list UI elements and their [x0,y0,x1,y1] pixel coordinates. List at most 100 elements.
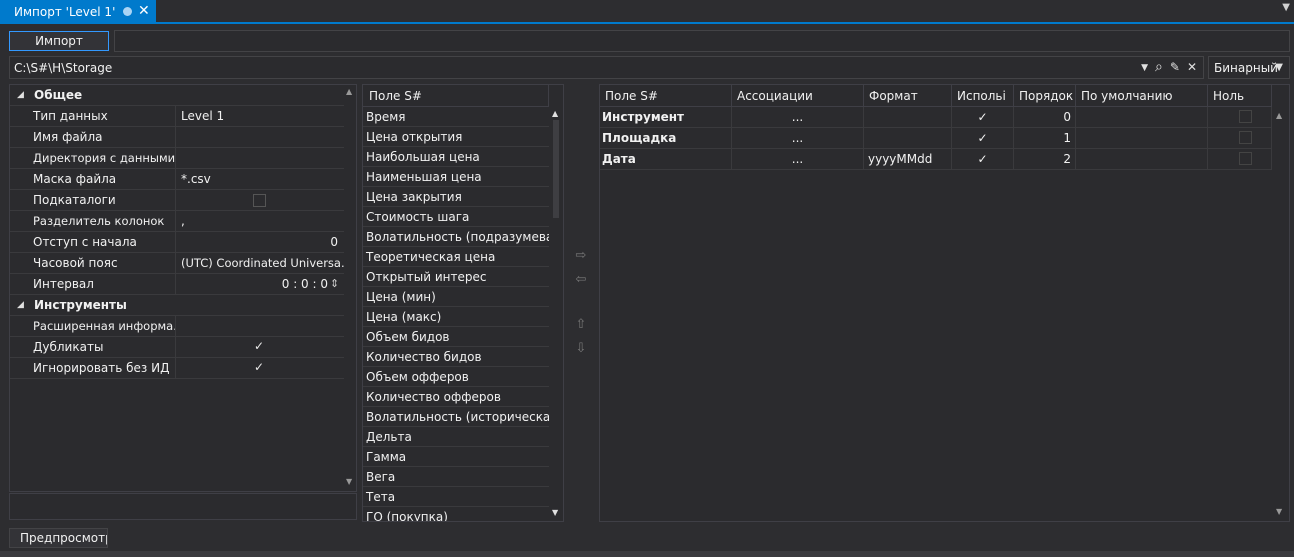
field-list-item[interactable]: Цена закрытия [363,187,549,207]
prop-row-time-zone[interactable]: Часовой пояс (UTC) Coordinated Universa.… [10,253,344,274]
scrollbar-thumb[interactable] [553,120,559,218]
field-list-item[interactable]: Наименьшая цена [363,167,549,187]
cell-field[interactable]: Дата [600,149,732,170]
subdirectories-checkbox[interactable] [253,194,266,207]
prop-value[interactable] [176,148,344,169]
field-list-item[interactable]: Волатильность (подразумеваемая) [363,227,549,247]
field-list-item[interactable]: Цена открытия [363,127,549,147]
clear-icon[interactable]: ✕ [1187,60,1197,76]
collapse-icon[interactable]: ◢ [17,85,24,106]
prop-row-data-type[interactable]: Тип данных Level 1 [10,106,344,127]
cell-default[interactable] [1076,149,1208,170]
prop-row-duplicates[interactable]: Дубликаты ✓ [10,337,344,358]
prop-row-ignore-no-id[interactable]: Игнорировать без ИД ✓ [10,358,344,379]
spinner-icon[interactable]: ⇕ [330,277,339,290]
edit-icon[interactable]: ✎ [1170,60,1180,76]
col-header-field[interactable]: Поле S# [600,85,732,107]
cell-zero[interactable] [1208,107,1272,128]
field-list-item[interactable]: Вега [363,467,549,487]
prop-value[interactable]: 0 [176,232,344,253]
cell-associations-button[interactable]: ... [732,128,864,149]
col-header-zero[interactable]: Ноль [1208,85,1272,107]
scroll-down-icon[interactable]: ▼ [552,508,558,517]
prop-value[interactable]: Level 1 [176,106,344,127]
cell-use-checkbox[interactable]: ✓ [952,149,1014,170]
path-dropdown-icon[interactable]: ▼ [1141,60,1148,76]
cell-format[interactable]: yyyyMMdd [864,149,952,170]
scroll-down-icon[interactable]: ▼ [1276,507,1282,516]
storage-path-field[interactable]: C:\S#\H\Storage ▼ ⌕ ✎ ✕ [9,56,1204,79]
category-instruments[interactable]: ◢ Инструменты [10,295,344,316]
col-header-associations[interactable]: Ассоциации [732,85,864,107]
field-list-item[interactable]: Гамма [363,447,549,467]
tab-import-level1[interactable]: Импорт 'Level 1' ✕ [0,0,156,24]
field-list-item[interactable]: Объем бидов [363,327,549,347]
prop-value[interactable]: , [176,211,344,232]
prop-value[interactable] [176,127,344,148]
cell-use-checkbox[interactable]: ✓ [952,128,1014,149]
col-header-order[interactable]: Порядок [1014,85,1076,107]
field-list-item[interactable]: Стоимость шага [363,207,549,227]
prop-row-file-name[interactable]: Имя файла [10,127,344,148]
prop-row-column-separator[interactable]: Разделитель колонок , [10,211,344,232]
field-list-item[interactable]: Время [363,107,549,127]
fields-list-scrollbar[interactable]: ▲ ▼ [549,107,563,521]
preview-button[interactable]: Предпросмотр [9,528,108,548]
cell-field[interactable]: Инструмент [600,107,732,128]
cell-default[interactable] [1076,128,1208,149]
fields-list-header[interactable]: Поле S# [363,85,549,107]
cell-zero[interactable] [1208,149,1272,170]
move-down-button[interactable]: ⇩ [571,340,591,358]
zero-checkbox[interactable] [1239,110,1252,123]
scroll-up-icon[interactable]: ▲ [1276,111,1282,120]
prop-value[interactable] [176,316,344,337]
cell-associations-button[interactable]: ... [732,107,864,128]
cell-use-checkbox[interactable]: ✓ [952,107,1014,128]
tab-list-dropdown-icon[interactable]: ▼ [1282,2,1290,13]
storage-format-select[interactable]: Бинарный ▼ [1208,56,1290,79]
move-up-button[interactable]: ⇧ [571,316,591,334]
cell-zero[interactable] [1208,128,1272,149]
prop-value[interactable]: (UTC) Coordinated Universa... [176,253,344,274]
prop-value[interactable]: 0 : 0 : 0 [176,274,344,295]
category-general[interactable]: ◢ Общее [10,85,344,106]
field-list-item[interactable]: Цена (мин) [363,287,549,307]
field-list-item[interactable]: ГО (покупка) [363,507,549,521]
collapse-icon[interactable]: ◢ [17,295,24,316]
col-header-use[interactable]: Испольi [952,85,1014,107]
remove-field-button[interactable]: ⇦ [571,271,591,289]
cell-order[interactable]: 0 [1014,107,1076,128]
scroll-down-icon[interactable]: ▼ [346,477,352,486]
cell-associations-button[interactable]: ... [732,149,864,170]
cell-order[interactable]: 1 [1014,128,1076,149]
cell-field[interactable]: Площадка [600,128,732,149]
prop-value[interactable]: *.csv [176,169,344,190]
field-list-item[interactable]: Тета [363,487,549,507]
field-list-item[interactable]: Количество бидов [363,347,549,367]
prop-row-extended-info[interactable]: Расширенная информа... [10,316,344,337]
import-button[interactable]: Импорт [9,31,109,51]
cell-format[interactable] [864,107,952,128]
field-list-item[interactable]: Объем офферов [363,367,549,387]
field-list-item[interactable]: Открытый интерес [363,267,549,287]
field-list-item[interactable]: Количество офферов [363,387,549,407]
cell-order[interactable]: 2 [1014,149,1076,170]
cell-format[interactable] [864,128,952,149]
scroll-up-icon[interactable]: ▲ [552,109,558,118]
field-list-item[interactable]: Наибольшая цена [363,147,549,167]
add-field-button[interactable]: ⇨ [571,247,591,265]
pin-icon[interactable] [123,7,132,16]
duplicates-checkbox[interactable]: ✓ [254,339,264,353]
col-header-default[interactable]: По умолчанию [1076,85,1208,107]
ignore-no-id-checkbox[interactable]: ✓ [254,360,264,374]
field-list-item[interactable]: Теоретическая цена [363,247,549,267]
scroll-up-icon[interactable]: ▲ [346,87,352,96]
prop-row-interval[interactable]: Интервал 0 : 0 : 0 ⇕ [10,274,344,295]
close-icon[interactable]: ✕ [138,3,150,19]
prop-row-subdirectories[interactable]: Подкаталоги [10,190,344,211]
prop-row-data-directory[interactable]: Директория с данными [10,148,344,169]
mapping-grid-scrollbar[interactable]: ▲ ▼ [1272,107,1289,521]
field-list-item[interactable]: Дельта [363,427,549,447]
search-icon[interactable]: ⌕ [1155,60,1163,76]
property-grid-scrollbar[interactable]: ▲ ▼ [344,85,356,491]
